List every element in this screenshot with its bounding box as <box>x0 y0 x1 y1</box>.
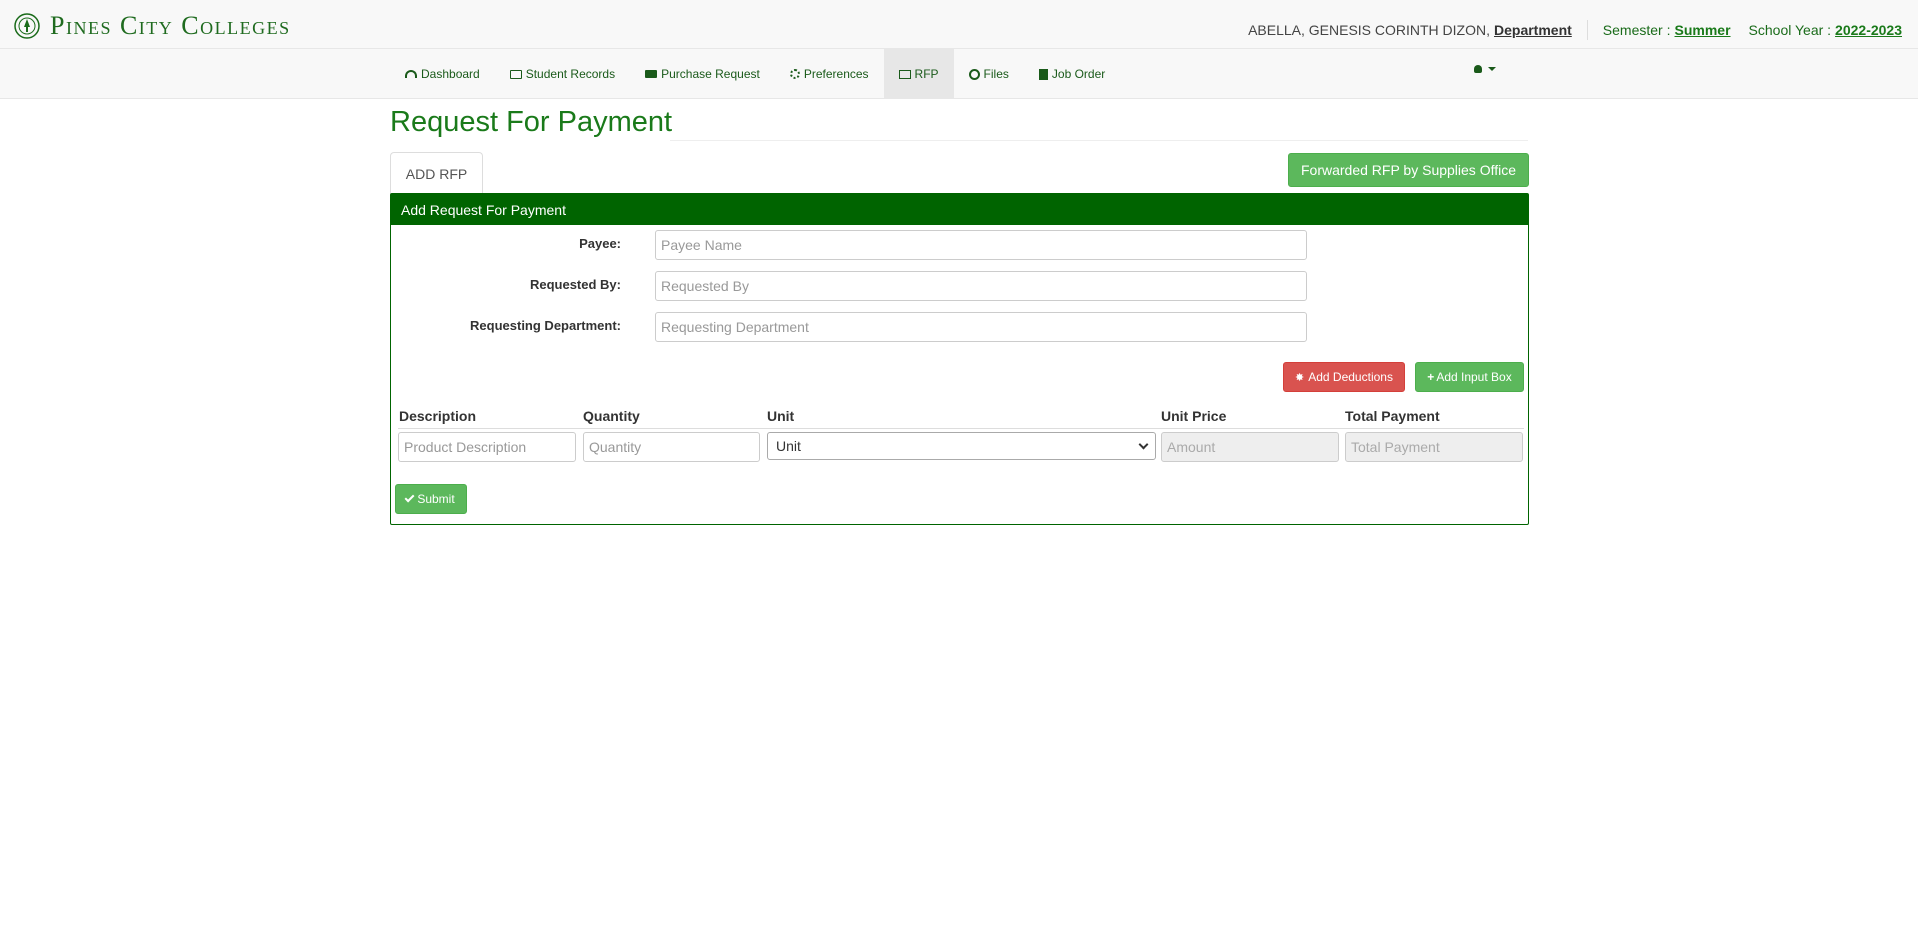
quantity-input[interactable]: Quantity <box>583 432 760 462</box>
file-icon <box>1038 68 1048 80</box>
nav-label: Files <box>983 67 1009 81</box>
nav-preferences[interactable]: Preferences <box>775 49 884 99</box>
school-year-value[interactable]: 2022-2023 <box>1835 22 1902 38</box>
nav-files[interactable]: Files <box>954 49 1024 99</box>
nav-dashboard[interactable]: Dashboard <box>390 49 495 99</box>
button-label: Submit <box>417 492 455 506</box>
plus-icon: + <box>1427 370 1435 384</box>
semester-label: Semester : <box>1602 22 1671 38</box>
payee-input[interactable]: Payee Name <box>655 230 1307 260</box>
dashboard-icon <box>405 70 417 78</box>
main-nav: Dashboard Student Records Purchase Reque… <box>0 49 1918 99</box>
submit-button[interactable]: Submit <box>395 484 467 514</box>
total-payment-input[interactable]: Total Payment <box>1345 432 1523 462</box>
forwarded-rfp-button[interactable]: Forwarded RFP by Supplies Office <box>1288 153 1529 187</box>
chevron-down-icon <box>1138 439 1149 449</box>
semester-value[interactable]: Summer <box>1675 22 1731 38</box>
payee-label: Payee: <box>579 236 621 251</box>
rfp-icon <box>898 69 911 79</box>
user-name: ABELLA, GENESIS CORINTH DIZON, <box>1248 22 1490 38</box>
column-header-unit-price: Unit Price <box>1161 408 1227 424</box>
money-icon <box>645 70 658 78</box>
divider <box>1586 20 1588 40</box>
add-input-box-button[interactable]: + Add Input Box <box>1415 362 1524 392</box>
requested-by-input[interactable]: Requested By <box>655 271 1307 301</box>
user-icon <box>1474 65 1482 73</box>
button-label: Add Input Box <box>1436 370 1512 384</box>
nav-label: Dashboard <box>421 67 480 81</box>
check-icon <box>404 492 415 503</box>
nav-rfp[interactable]: RFP <box>883 49 954 99</box>
asterisk-icon: ✸ <box>1295 371 1305 384</box>
caret-down-icon <box>1488 67 1496 71</box>
arrow-circle-icon <box>968 68 980 80</box>
panel-title: Add Request For Payment <box>391 194 1528 225</box>
nav-label: Job Order <box>1051 67 1106 81</box>
unit-price-input[interactable]: Amount <box>1161 432 1339 462</box>
nav-label: Student Records <box>525 67 616 81</box>
unit-select[interactable]: Unit <box>767 432 1156 460</box>
requesting-department-label: Requesting Department: <box>470 318 621 333</box>
top-header: Pines City Colleges ABELLA, GENESIS CORI… <box>0 0 1918 49</box>
nav-label: Purchase Request <box>661 67 760 81</box>
user-role-link[interactable]: Department <box>1494 22 1572 38</box>
column-header-description: Description <box>399 408 477 424</box>
nav-label: Preferences <box>803 67 869 81</box>
brand[interactable]: Pines City Colleges <box>14 11 291 41</box>
nav-label: RFP <box>914 67 939 81</box>
school-year-label: School Year : <box>1748 22 1832 38</box>
requested-by-label: Requested By: <box>529 277 621 292</box>
add-rfp-panel: Add Request For Payment Payee: Payee Nam… <box>390 193 1529 525</box>
page-title: Request For Payment <box>390 106 673 138</box>
unit-selected-value: Unit <box>776 438 801 454</box>
description-input[interactable]: Product Description <box>398 432 576 462</box>
college-seal-icon <box>14 13 40 39</box>
column-header-unit: Unit <box>767 408 795 424</box>
brand-name: Pines City Colleges <box>50 11 291 40</box>
column-header-quantity: Quantity <box>583 408 640 424</box>
gear-icon <box>789 69 800 79</box>
user-menu-dropdown[interactable] <box>1474 65 1496 73</box>
nav-purchase-request[interactable]: Purchase Request <box>630 49 775 99</box>
requesting-department-input[interactable]: Requesting Department <box>655 312 1307 342</box>
nav-job-order[interactable]: Job Order <box>1024 49 1120 99</box>
column-header-total-payment: Total Payment <box>1345 408 1440 424</box>
divider <box>398 428 1524 429</box>
tab-add-rfp[interactable]: ADD RFP <box>390 152 483 194</box>
button-label: Add Deductions <box>1308 370 1393 384</box>
divider <box>670 140 1528 141</box>
user-info: ABELLA, GENESIS CORINTH DIZON, Departmen… <box>1248 20 1902 40</box>
folder-open-icon <box>509 69 522 79</box>
nav-student-records[interactable]: Student Records <box>495 49 630 99</box>
add-deductions-button[interactable]: ✸ Add Deductions <box>1283 362 1405 392</box>
